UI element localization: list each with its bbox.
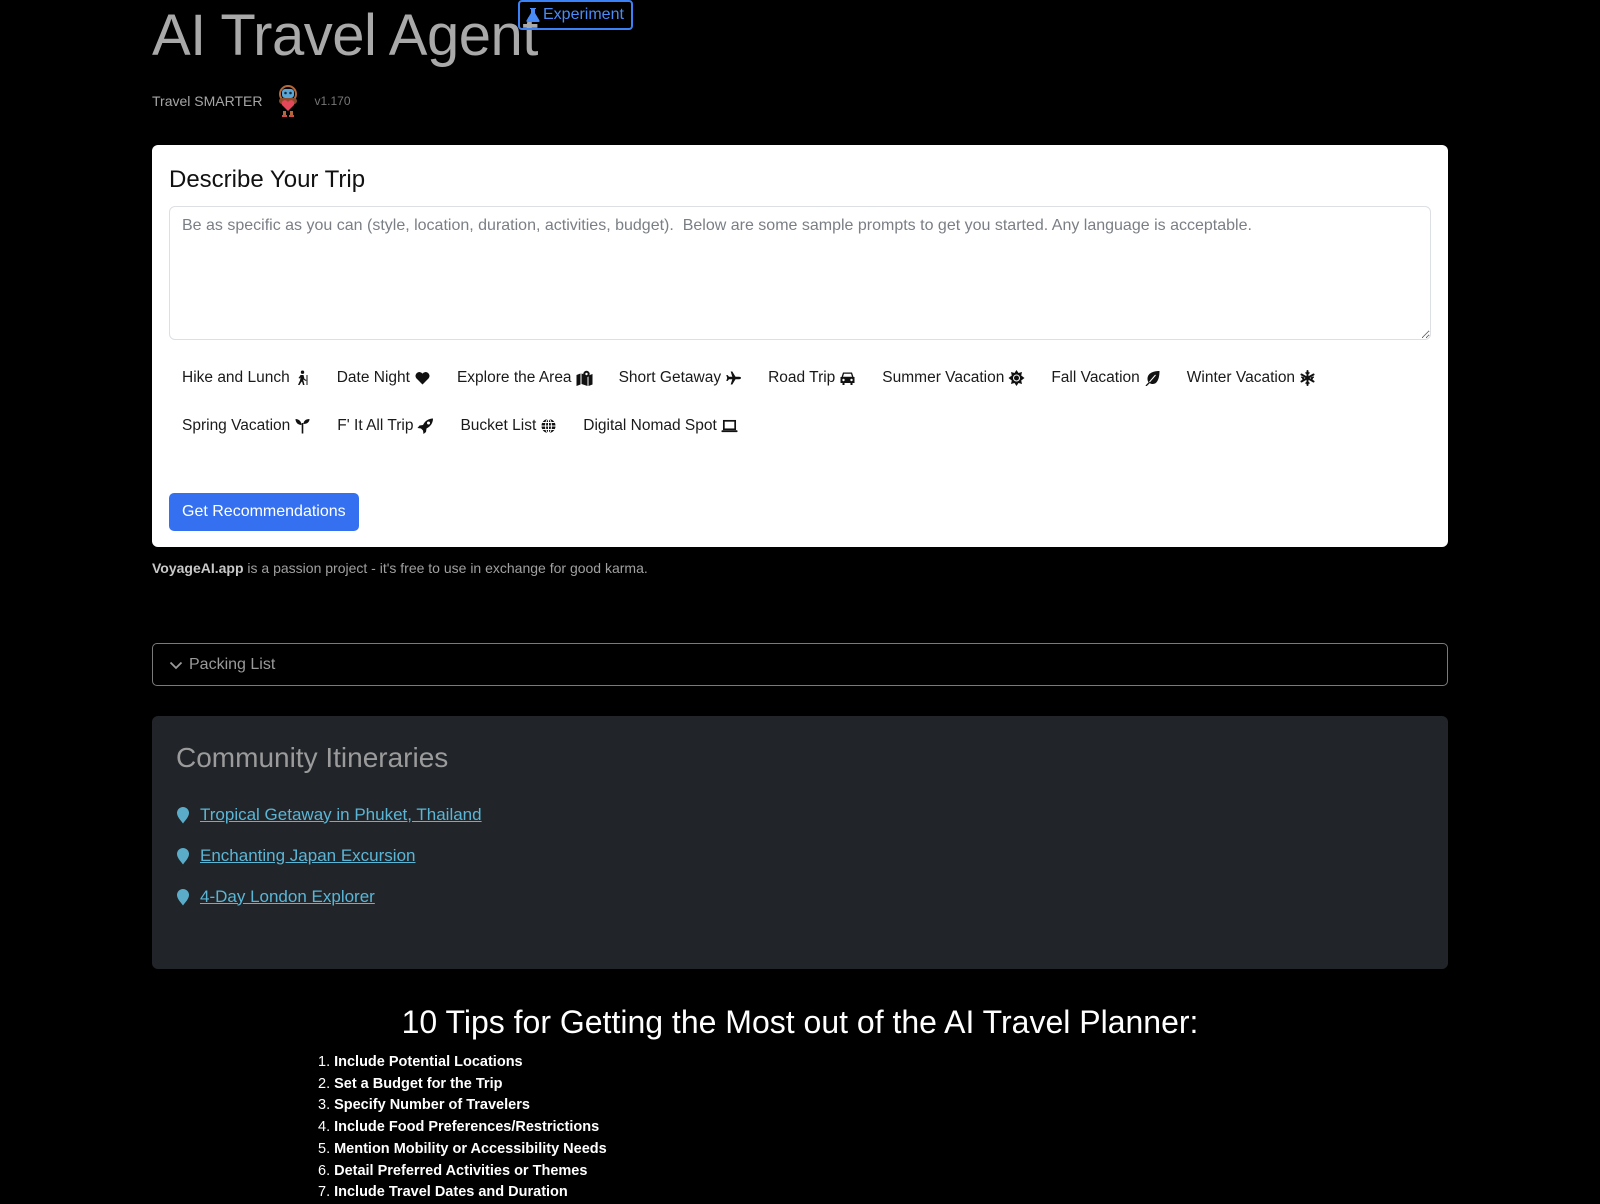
prompt-digital-nomad-spot[interactable]: Digital Nomad Spot [570, 408, 751, 444]
robot-mascot-icon [274, 84, 302, 118]
sample-prompts: Hike and Lunch Date Night Explore the Ar… [169, 360, 1431, 444]
heart-icon [414, 370, 431, 386]
seedling-icon [294, 418, 311, 434]
tip-text: Specify Number of Travelers [334, 1097, 530, 1114]
prompt-label: Date Night [336, 369, 410, 386]
car-icon [839, 370, 856, 386]
snowflake-icon [1299, 370, 1316, 386]
prompt-short-getaway[interactable]: Short Getaway [606, 360, 756, 396]
prompt-date-night[interactable]: Date Night [324, 360, 444, 396]
prompt-label: F' It All Trip [337, 417, 414, 434]
itinerary-list: Tropical Getaway in Phuket, Thailand Enc… [176, 794, 482, 917]
prompt-spring-vacation[interactable]: Spring Vacation [169, 408, 324, 444]
packing-list-accordion[interactable]: Packing List [152, 643, 1448, 686]
prompt-fall-vacation[interactable]: Fall Vacation [1038, 360, 1173, 396]
map-location-icon [576, 370, 593, 386]
globe-icon [540, 418, 557, 434]
trip-card: Describe Your Trip Hike and Lunch Date N… [152, 145, 1448, 547]
prompt-summer-vacation[interactable]: Summer Vacation [869, 360, 1038, 396]
tips-title: 10 Tips for Getting the Most out of the … [401, 1004, 1199, 1040]
tip-item: 2. Set a Budget for the Trip [318, 1075, 503, 1092]
list-item: Tropical Getaway in Phuket, Thailand [176, 794, 482, 835]
tip-item: 7. Include Travel Dates and Duration [318, 1184, 568, 1201]
header: AI Travel Agent Experiment Travel SMARTE… [152, 0, 1448, 140]
subtitle-row: Travel SMARTER v1.170 [152, 84, 351, 118]
trip-description-input[interactable] [169, 206, 1431, 340]
footnote: VoyageAI.app is a passion project - it's… [152, 560, 648, 576]
tip-text: Include Travel Dates and Duration [334, 1184, 568, 1201]
prompt-f-it-all-trip[interactable]: F' It All Trip [324, 408, 447, 444]
list-item: 4-Day London Explorer [176, 876, 482, 917]
page-container: AI Travel Agent Experiment Travel SMARTE… [152, 0, 1448, 1200]
itinerary-link[interactable]: 4-Day London Explorer [200, 887, 375, 907]
rocket-icon [417, 418, 434, 434]
prompt-label: Short Getaway [618, 369, 722, 386]
flask-icon [526, 7, 540, 23]
tip-item: 6. Detail Preferred Activities or Themes [318, 1162, 588, 1179]
prompt-label: Winter Vacation [1186, 369, 1296, 386]
footnote-brand: VoyageAI.app [152, 560, 244, 576]
prompt-label: Hike and Lunch [182, 369, 290, 386]
laptop-icon [721, 418, 738, 434]
hiking-icon [294, 370, 311, 386]
map-pin-icon [177, 888, 189, 905]
tip-text: Set a Budget for the Trip [334, 1075, 503, 1092]
prompt-label: Fall Vacation [1051, 369, 1140, 386]
tip-text: Mention Mobility or Accessibility Needs [334, 1140, 607, 1157]
tip-item: 3. Specify Number of Travelers [318, 1097, 530, 1114]
plane-icon [725, 370, 742, 386]
packing-list-label: Packing List [189, 655, 276, 673]
prompt-label: Road Trip [768, 369, 836, 386]
itinerary-link[interactable]: Tropical Getaway in Phuket, Thailand [200, 805, 482, 825]
chevron-down-icon [169, 661, 183, 669]
tip-item: 4. Include Food Preferences/Restrictions [318, 1119, 600, 1136]
map-pin-icon [177, 847, 189, 864]
tip-text: Detail Preferred Activities or Themes [334, 1162, 588, 1179]
leaf-icon [1144, 370, 1161, 386]
sun-icon [1008, 370, 1025, 386]
experiment-badge-label: Experiment [543, 5, 624, 23]
prompt-label: Digital Nomad Spot [583, 417, 717, 434]
prompt-explore-the-area[interactable]: Explore the Area [444, 360, 606, 396]
prompt-hike-and-lunch[interactable]: Hike and Lunch [169, 360, 324, 396]
prompt-label: Bucket List [460, 417, 537, 434]
footnote-text: is a passion project - it's free to use … [243, 560, 648, 576]
prompt-bucket-list[interactable]: Bucket List [447, 408, 570, 444]
list-item: Enchanting Japan Excursion [176, 835, 482, 876]
prompt-label: Spring Vacation [182, 417, 291, 434]
prompt-road-trip[interactable]: Road Trip [755, 360, 869, 396]
prompt-label: Explore the Area [456, 369, 572, 386]
app-title: AI Travel Agent [152, 3, 538, 68]
community-title: Community Itineraries [176, 742, 449, 773]
map-pin-icon [177, 806, 189, 823]
tagline: Travel SMARTER [152, 93, 263, 109]
tip-item: 1. Include Potential Locations [318, 1054, 523, 1070]
prompt-winter-vacation[interactable]: Winter Vacation [1174, 360, 1329, 396]
tips-list: 1. Include Potential Locations 2. Set a Bu… [318, 1052, 607, 1204]
tip-text: Include Food Preferences/Restrictions [334, 1119, 600, 1136]
community-itineraries-panel: Community Itineraries Tropical Getaway i… [152, 716, 1448, 969]
prompt-label: Summer Vacation [882, 369, 1005, 386]
itinerary-link[interactable]: Enchanting Japan Excursion [200, 846, 415, 866]
tip-item: 5. Mention Mobility or Accessibility Need… [318, 1140, 607, 1157]
get-recommendations-button[interactable]: Get Recommendations [169, 493, 359, 531]
tip-text: Include Potential Locations [334, 1054, 523, 1070]
version-label: v1.170 [314, 94, 351, 108]
experiment-badge: Experiment [518, 0, 633, 30]
trip-card-title: Describe Your Trip [169, 166, 366, 193]
